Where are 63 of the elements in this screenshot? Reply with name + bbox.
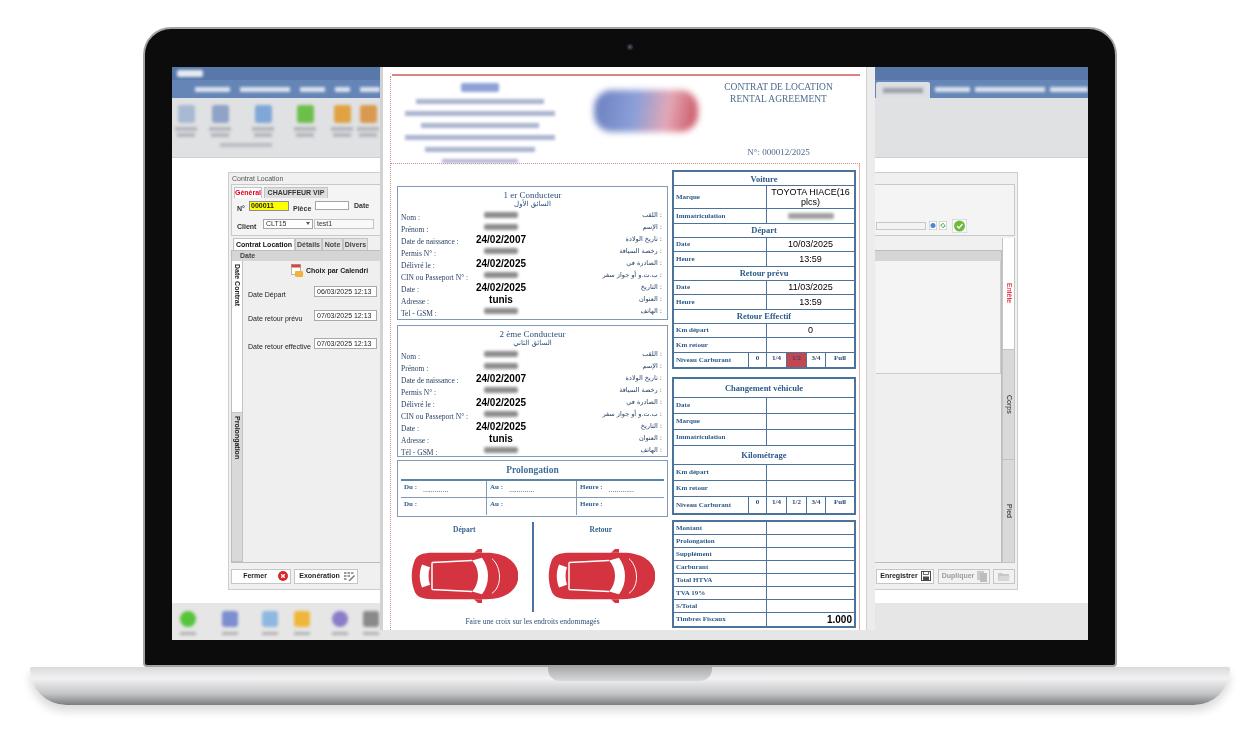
blurred-text <box>335 86 350 92</box>
contract-number: N°: 000012/2025 <box>747 147 810 158</box>
document-title: CONTRAT DE LOCATION <box>724 81 833 93</box>
blurred-icon <box>332 611 348 627</box>
blurred-text <box>883 87 923 93</box>
blurred-text <box>195 86 230 92</box>
copy-icon <box>977 570 987 582</box>
field-value: 13:59 <box>799 253 822 264</box>
caret-icon <box>306 222 310 225</box>
blurred-icon <box>254 105 272 123</box>
section-title: Retour prévu <box>739 268 789 278</box>
field-value: tunis <box>489 293 513 305</box>
refresh-icon[interactable] <box>939 221 947 230</box>
info-icon[interactable] <box>929 221 937 230</box>
field-value: 11/03/2025 <box>788 282 833 293</box>
blurred-icon <box>222 611 238 627</box>
section-title: Retour Effectif <box>736 311 792 321</box>
field-value: 24/02/2007 <box>475 372 527 384</box>
blurred-logo <box>177 70 203 77</box>
section-title: Changement véhicule <box>724 382 804 393</box>
scrollbar[interactable] <box>866 67 875 630</box>
calendar-icon <box>291 264 303 277</box>
piece-field[interactable] <box>315 201 349 210</box>
field-value: 24/02/2025 <box>475 420 527 432</box>
blurred-icon <box>363 611 379 627</box>
blurred-text <box>975 86 1045 92</box>
text-field[interactable] <box>876 221 926 230</box>
section-title: Kilométrage <box>741 449 787 460</box>
blurred-icon <box>296 105 314 123</box>
box-title: 2 ème Conducteur <box>499 329 566 339</box>
box-title: 1 er Conducteur <box>503 190 562 200</box>
blurred-icon <box>333 105 351 123</box>
blurred-icon <box>294 611 310 627</box>
field-value: 1.000 <box>826 613 852 625</box>
field-value: 13:59 <box>799 296 822 307</box>
blurred-text <box>300 86 325 92</box>
grid-icon <box>344 571 355 581</box>
field-value: tunis <box>489 432 513 444</box>
blurred-icon <box>180 611 196 627</box>
box-title: Prolongation <box>506 464 559 476</box>
folder-icon <box>998 571 1010 581</box>
document-subtitle: RENTAL AGREEMENT <box>730 93 827 105</box>
blurred-text <box>935 86 970 92</box>
blurred-text <box>240 86 290 92</box>
field-value: 24/02/2007 <box>475 233 527 245</box>
blurred-icon <box>211 105 229 123</box>
field-value: 24/02/2025 <box>475 281 527 293</box>
camera-icon <box>627 44 633 50</box>
blurred-icon <box>177 105 195 123</box>
check-icon[interactable] <box>952 218 967 233</box>
close-icon <box>278 571 288 581</box>
section-title: Départ <box>751 225 777 235</box>
blurred-icon <box>359 105 377 123</box>
blurred-text <box>461 83 499 92</box>
field-value: TOYOTA HIACE(16 plcs) <box>770 187 851 207</box>
section-title: Voiture <box>750 173 778 184</box>
blurred-text <box>360 86 380 92</box>
blurred-icon <box>262 611 278 627</box>
field-value: 10/03/2025 <box>787 239 833 250</box>
blurred-text <box>1050 86 1088 92</box>
field-value: 24/02/2025 <box>475 396 527 408</box>
field-value: 0 <box>808 325 813 336</box>
selected-menu-tab[interactable] <box>876 82 930 98</box>
